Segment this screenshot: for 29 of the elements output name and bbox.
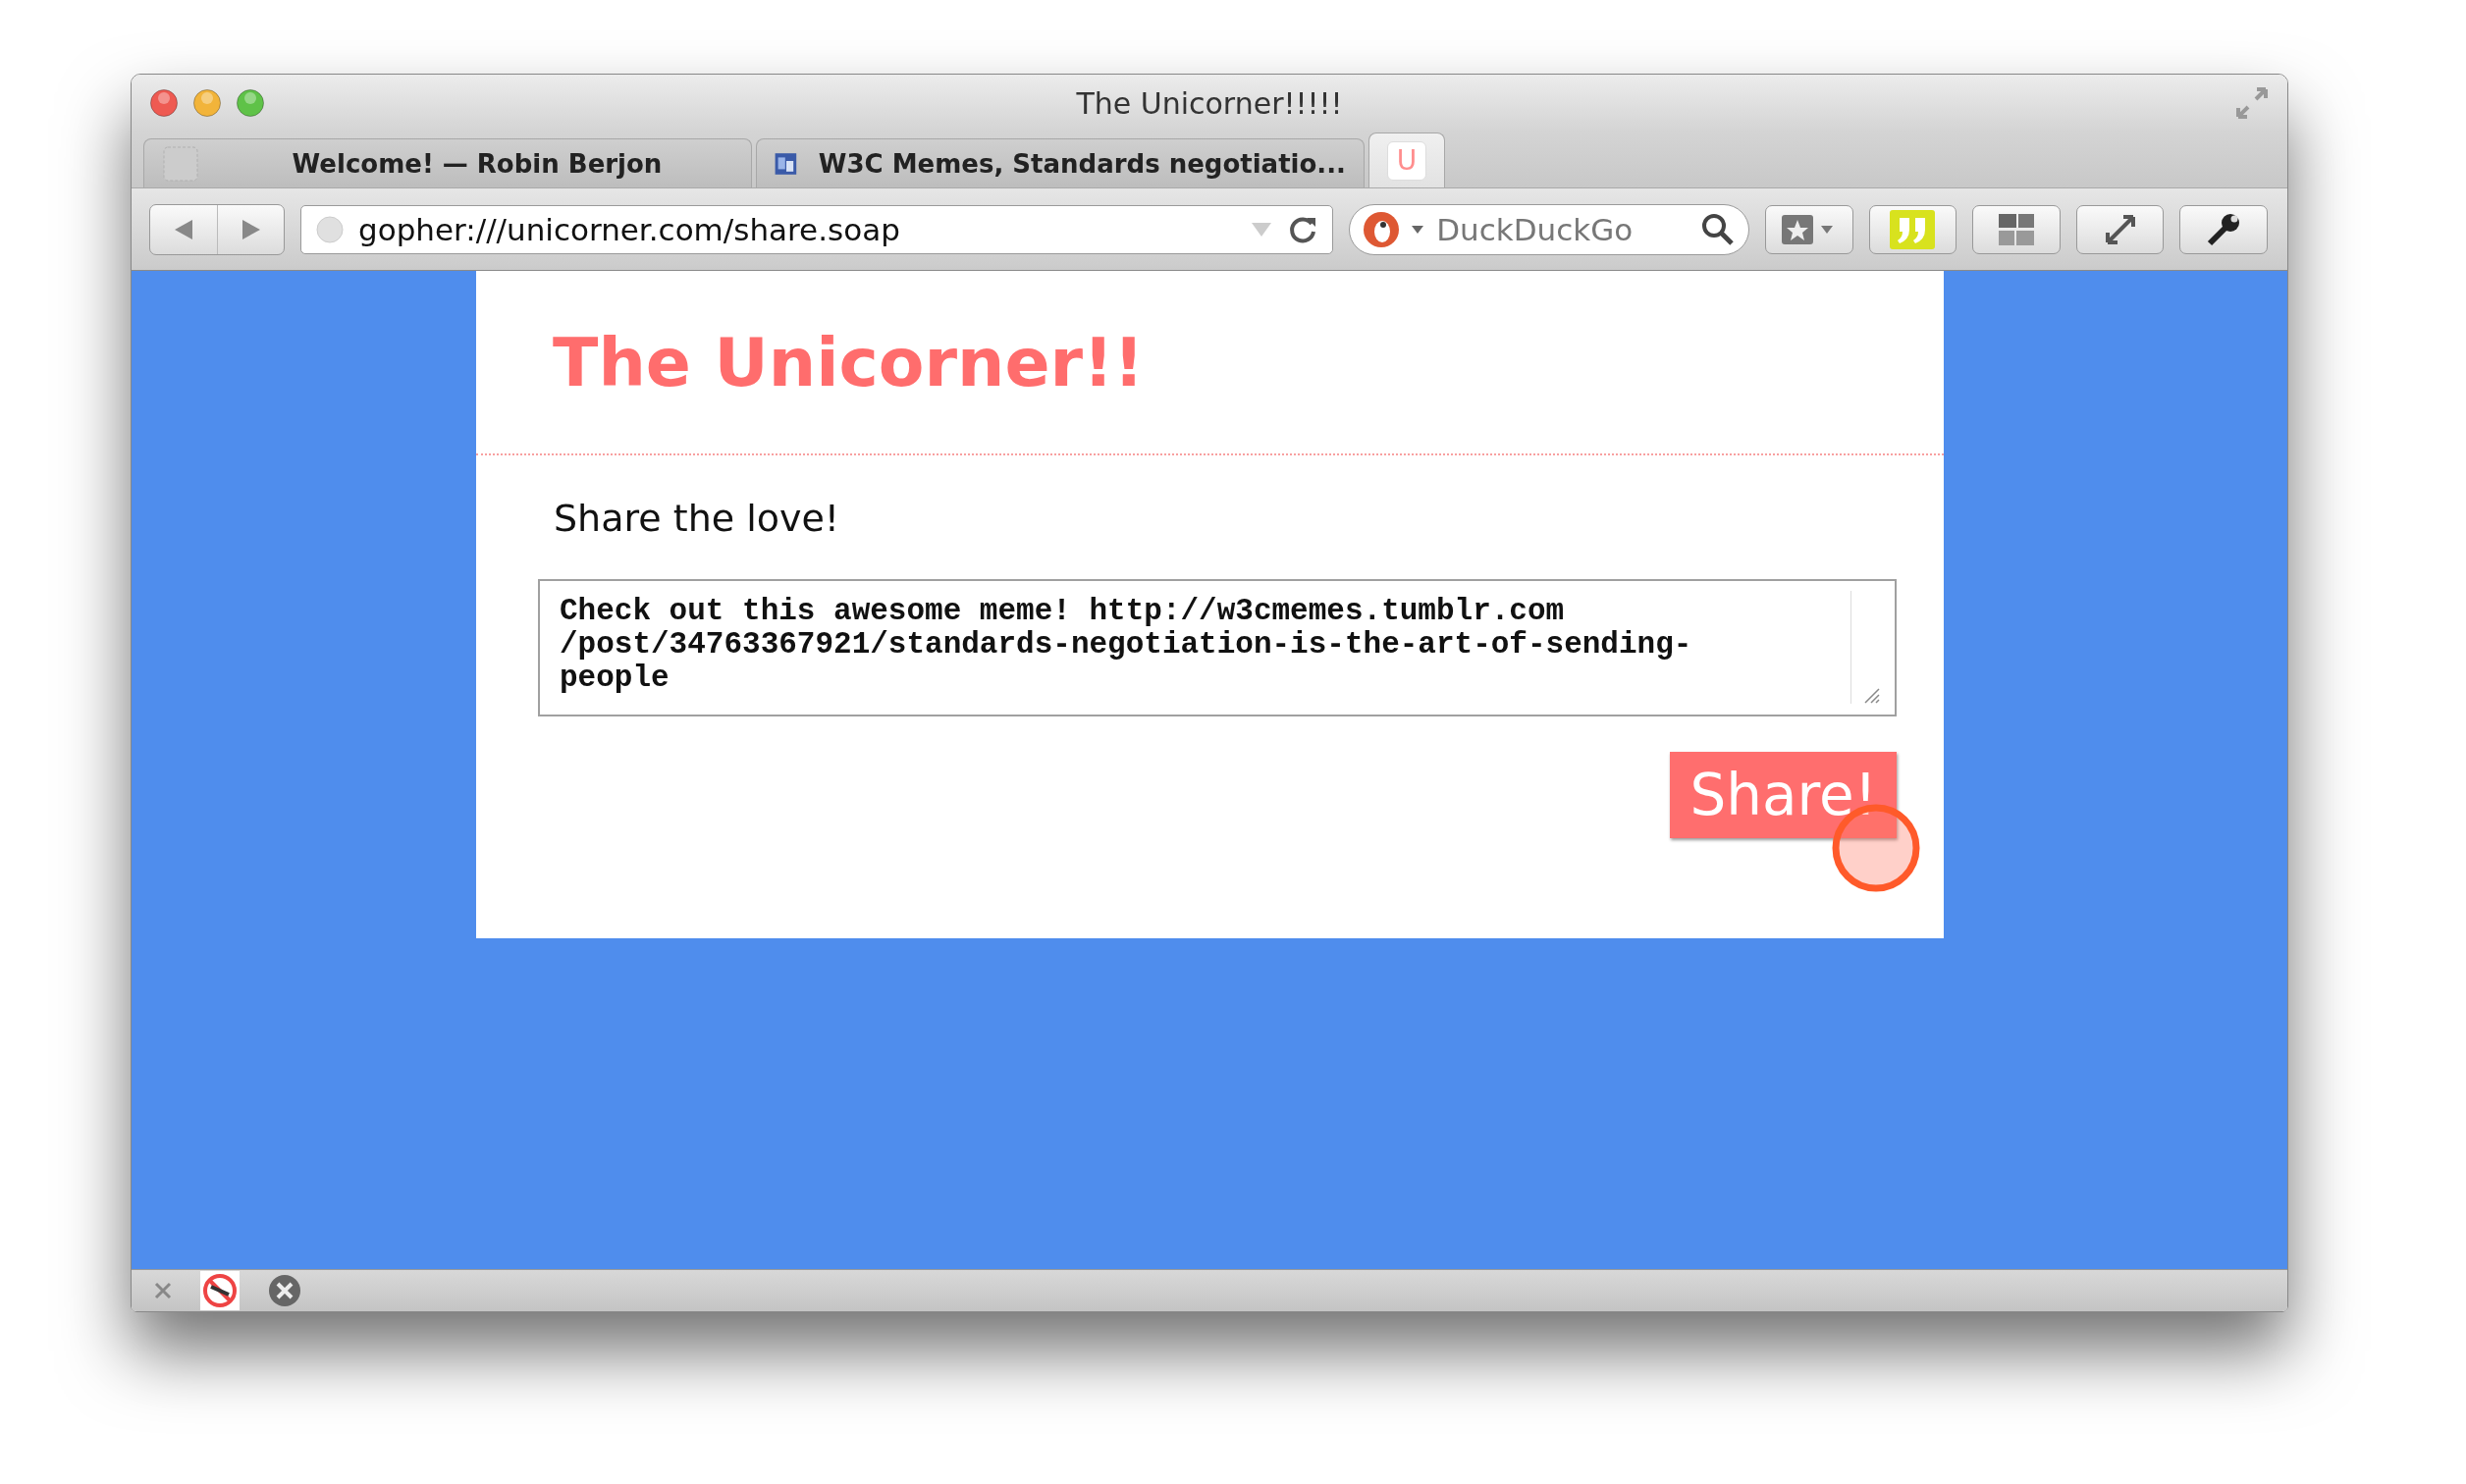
window-title: The Unicorner!!!!! (1076, 86, 1343, 121)
cancel-circle-icon[interactable] (267, 1273, 302, 1308)
search-field[interactable]: DuckDuckGo (1434, 210, 1691, 248)
address-bar[interactable]: gopher:///unicorner.com/share.soap (300, 204, 1334, 254)
prompt-text: Share the love! (554, 497, 841, 540)
message-field[interactable]: Check out this awesome meme! http://w3cmemes.tumblr.com /post/34763367921/standards-negotiation-is-the-art-of-sending- people (538, 579, 1897, 716)
minimize-button[interactable] (192, 88, 222, 118)
search-box[interactable]: DuckDuckGo (1349, 203, 1749, 255)
tools-button[interactable] (2179, 204, 2269, 254)
site-heading: The Unicorner!! (553, 323, 1145, 401)
browser-tab[interactable]: W3C Memes, Standards negotiatio... (756, 138, 1365, 187)
blocked-icon[interactable] (200, 1271, 240, 1310)
globe-icon (315, 214, 345, 244)
caret-icon[interactable] (1411, 224, 1425, 235)
forward-arrow-icon (240, 217, 262, 241)
search-icon[interactable] (1700, 212, 1735, 246)
blank-page-icon (162, 144, 199, 183)
quote-icon (1890, 209, 1936, 249)
close-icon[interactable] (153, 1281, 173, 1300)
close-button[interactable] (149, 88, 179, 118)
fullscreen-icon[interactable] (2234, 85, 2270, 121)
back-arrow-icon (173, 217, 194, 241)
browser-tab[interactable]: Welcome! — Robin Berjon (143, 138, 752, 187)
bookmarks-button[interactable] (1764, 204, 1853, 254)
panel-button[interactable] (1972, 204, 2061, 254)
zoom-button[interactable] (236, 88, 265, 118)
quote-button[interactable] (1868, 204, 1957, 254)
expand-button[interactable] (2075, 204, 2165, 254)
grid-icon (1997, 212, 2035, 246)
